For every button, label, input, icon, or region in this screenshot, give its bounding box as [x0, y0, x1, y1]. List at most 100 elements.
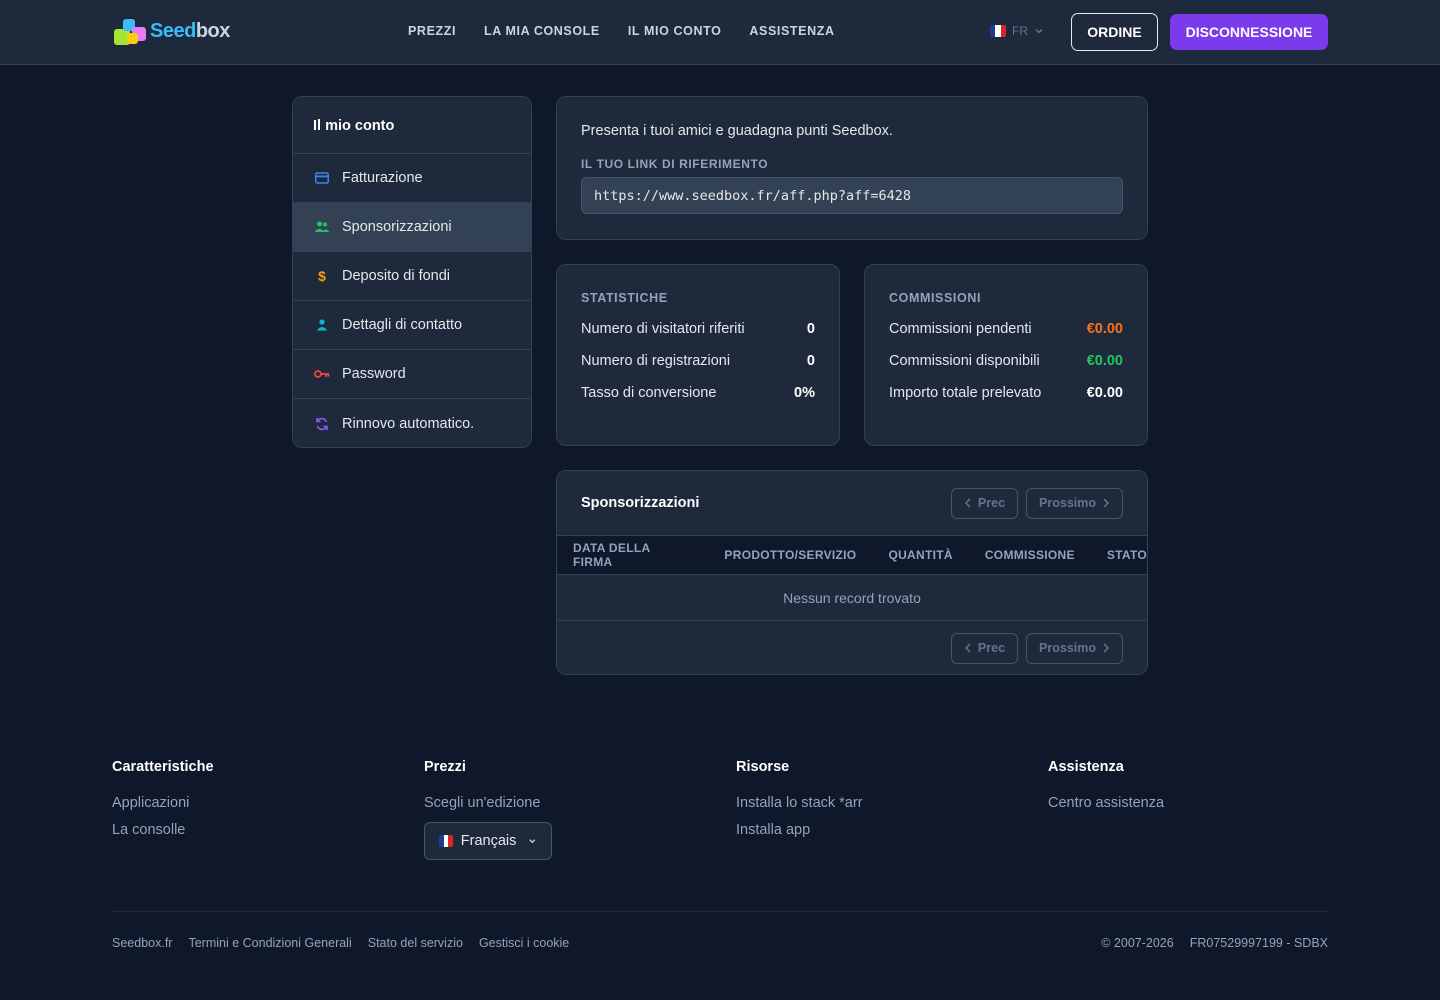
prev-page-button[interactable]: Prec: [950, 632, 1019, 664]
prev-label: Prec: [977, 496, 1006, 510]
sidebar-title: Il mio conto: [293, 97, 531, 154]
users-icon: [314, 219, 330, 235]
stat-label: Tasso di conversione: [581, 385, 717, 401]
footer-language-select[interactable]: Français: [424, 822, 552, 860]
table-title: Sponsorizzazioni: [581, 495, 700, 511]
next-label: Prossimo: [1039, 641, 1096, 655]
sidebar-item-label: Password: [342, 366, 406, 382]
top-navbar: Seedbox PREZZI LA MIA CONSOLE IL MIO CON…: [0, 0, 1440, 65]
stat-row: Numero di visitatori riferiti 0: [581, 321, 815, 353]
referral-link-label: IL TUO LINK DI RIFERIMENTO: [581, 157, 769, 171]
user-icon: [314, 317, 330, 333]
column-header-date: DATA DELLA FIRMA: [573, 541, 650, 569]
column-header-status: STATO: [1106, 548, 1147, 562]
dollar-icon: $: [318, 268, 326, 284]
nav-assistenza[interactable]: ASSISTENZA: [749, 24, 834, 38]
commission-label: Commissioni pendenti: [889, 321, 1032, 337]
pagination-bottom: Prec Prossimo: [950, 632, 1123, 664]
language-select-value: Français: [460, 833, 517, 849]
column-header-product: PRODOTTO/SERVIZIO: [724, 548, 857, 562]
table-header-bar: Sponsorizzazioni Prec Prossimo: [557, 471, 1147, 535]
seedbox-logo[interactable]: Seedbox: [114, 15, 230, 47]
footer-column-title: Caratteristiche: [112, 759, 214, 775]
footer-link-installa-app[interactable]: Installa app: [736, 822, 863, 838]
footer-link-scegli-edizione[interactable]: Scegli un'edizione: [424, 795, 552, 811]
commission-value-withdrawn: €0.00: [1086, 385, 1123, 401]
stat-label: Numero di registrazioni: [581, 353, 731, 369]
empty-table-message: Nessun record trovato: [557, 575, 1147, 621]
credit-card-icon: [314, 170, 330, 186]
chevron-down-icon: [1035, 28, 1043, 34]
commission-value-pending: €0.00: [1086, 321, 1123, 337]
nav-la-mia-console[interactable]: LA MIA CONSOLE: [484, 24, 600, 38]
table-footer-bar: Prec Prossimo: [557, 621, 1147, 674]
footer-link-terms[interactable]: Termini e Condizioni Generali: [188, 936, 351, 950]
referral-link-field[interactable]: https://www.seedbox.fr/aff.php?aff=6428: [581, 177, 1123, 214]
key-icon: [314, 366, 330, 382]
order-button[interactable]: ORDINE: [1071, 13, 1158, 51]
chevron-down-icon: [529, 839, 536, 844]
footer-column-prices: Prezzi Scegli un'edizione Français: [424, 759, 552, 860]
next-page-button[interactable]: Prossimo: [1026, 487, 1123, 519]
commission-row: Commissioni pendenti €0.00: [889, 321, 1123, 353]
next-label: Prossimo: [1039, 496, 1096, 510]
sidebar-item-deposito-di-fondi[interactable]: $ Deposito di fondi: [293, 252, 531, 301]
company-id: FR07529997199 - SDBX: [1189, 936, 1328, 950]
table-head: DATA DELLA FIRMA PRODOTTO/SERVIZIO QUANT…: [557, 535, 1147, 575]
footer-legal-links: Seedbox.fr Termini e Condizioni Generali…: [112, 936, 569, 950]
footer-link-manage-cookies[interactable]: Gestisci i cookie: [479, 936, 569, 950]
prev-label: Prec: [977, 641, 1006, 655]
language-switcher[interactable]: FR: [990, 24, 1044, 38]
statistics-title: STATISTICHE: [581, 291, 668, 305]
commissions-card: COMMISSIONI Commissioni pendenti €0.00 C…: [864, 264, 1148, 446]
column-header-quantity: QUANTITÀ: [888, 548, 953, 562]
sidebar-item-fatturazione[interactable]: Fatturazione: [293, 154, 531, 203]
commission-value-available: €0.00: [1086, 353, 1123, 369]
footer-divider: [112, 911, 1328, 912]
logo-wordmark: Seedbox: [150, 19, 230, 42]
commission-row: Importo totale prelevato €0.00: [889, 385, 1123, 417]
sidebar-item-label: Rinnovo automatico.: [342, 415, 475, 432]
stat-value: 0%: [794, 385, 815, 401]
stat-label: Numero di visitatori riferiti: [581, 321, 745, 337]
footer-link-la-consolle[interactable]: La consolle: [112, 822, 214, 838]
sponsorships-table-card: Sponsorizzazioni Prec Prossimo DATA DELL…: [556, 470, 1148, 675]
referral-card: Presenta i tuoi amici e guadagna punti S…: [556, 96, 1148, 240]
stat-value: 0: [806, 321, 815, 337]
statistics-card: STATISTICHE Numero di visitatori riferit…: [556, 264, 840, 446]
stat-row: Numero di registrazioni 0: [581, 353, 815, 385]
sidebar-item-dettagli-di-contatto[interactable]: Dettagli di contatto: [293, 301, 531, 350]
footer-column-title: Assistenza: [1048, 759, 1124, 775]
footer-column-title: Risorse: [736, 759, 790, 775]
sidebar-item-rinnovo-automatico[interactable]: Rinnovo automatico.: [293, 399, 531, 447]
commission-row: Commissioni disponibili €0.00: [889, 353, 1123, 385]
footer-link-applicazioni[interactable]: Applicazioni: [112, 795, 214, 811]
sidebar-item-label: Deposito di fondi: [342, 268, 451, 284]
prev-page-button[interactable]: Prec: [950, 487, 1019, 519]
chevron-left-icon: [964, 643, 971, 653]
nav-prezzi[interactable]: PREZZI: [408, 24, 456, 38]
footer-link-service-status[interactable]: Stato del servizio: [368, 936, 463, 950]
footer-link-seedbox-fr[interactable]: Seedbox.fr: [112, 936, 172, 950]
logout-button[interactable]: DISCONNESSIONE: [1170, 14, 1328, 50]
sidebar-item-sponsorizzazioni[interactable]: Sponsorizzazioni: [293, 203, 531, 252]
footer-column-title: Prezzi: [424, 759, 466, 775]
next-page-button[interactable]: Prossimo: [1026, 632, 1123, 664]
french-flag-icon: [439, 835, 453, 847]
copyright-text: © 2007-2026: [1101, 936, 1174, 950]
refresh-icon: [314, 416, 330, 432]
stat-row: Tasso di conversione 0%: [581, 385, 815, 417]
chevron-right-icon: [1103, 498, 1110, 508]
footer-column-features: Caratteristiche Applicazioni La consolle: [112, 759, 214, 849]
commissions-title: COMMISSIONI: [889, 291, 982, 305]
chevron-right-icon: [1103, 643, 1110, 653]
pagination-top: Prec Prossimo: [950, 487, 1123, 519]
sidebar-item-label: Sponsorizzazioni: [342, 219, 452, 235]
footer-link-centro-assistenza[interactable]: Centro assistenza: [1048, 795, 1164, 811]
referral-intro: Presenta i tuoi amici e guadagna punti S…: [581, 123, 893, 139]
sidebar-item-label: Fatturazione: [342, 170, 423, 186]
sidebar-item-password[interactable]: Password: [293, 350, 531, 399]
footer-link-installa-stack[interactable]: Installa lo stack *arr: [736, 795, 863, 811]
footer-copyright: © 2007-2026 FR07529997199 - SDBX: [1101, 936, 1328, 950]
nav-il-mio-conto[interactable]: IL MIO CONTO: [628, 24, 722, 38]
